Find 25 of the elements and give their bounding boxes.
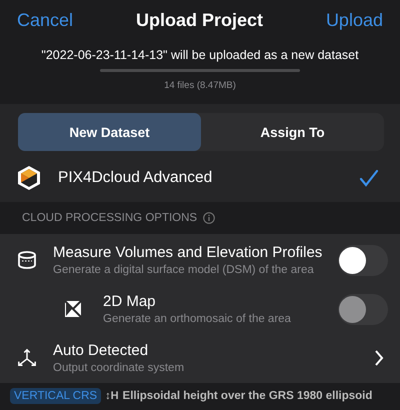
axes-icon	[17, 348, 37, 368]
option-subtitle: Generate a digital surface model (DSM) of the area	[53, 264, 315, 276]
file-count: 14 files (8.47MB)	[164, 80, 236, 92]
toggle-switch[interactable]	[338, 244, 388, 276]
segment-tab[interactable]: Assign To	[201, 113, 384, 152]
cylinder-icon	[17, 250, 37, 270]
section-header: CLOUD PROCESSING OPTIONS	[22, 212, 198, 224]
map-icon	[63, 299, 83, 320]
option-title: Auto Detected	[53, 342, 150, 360]
crs-tag: VERTICAL CRS	[10, 388, 102, 404]
hexagon-logo-icon	[17, 164, 41, 191]
info-icon	[203, 212, 216, 224]
crs-description: Ellipsoidal height over the GRS 1980 ellipsoid	[122, 390, 372, 402]
option-subtitle: Output coordinate system	[53, 362, 186, 374]
option-title: Measure Volumes and Elevation Profiles	[53, 244, 324, 262]
screen-title: Upload Project	[136, 10, 263, 32]
option-subtitle: Generate an orthomosaic of the area	[103, 313, 292, 326]
chevron-right-icon[interactable]	[374, 349, 384, 368]
option-title: 2D Map	[103, 293, 157, 310]
segment-tab[interactable]: New Dataset	[18, 113, 201, 152]
upload-message: "2022-06-23-11-14-13" will be uploaded as a new dataset	[41, 48, 359, 62]
product-name: PIX4Dcloud Advanced	[58, 168, 214, 187]
cancel-link[interactable]: Cancel	[17, 10, 74, 32]
upload-link[interactable]: Upload	[326, 10, 383, 32]
height-symbol: ↕H	[105, 390, 119, 402]
